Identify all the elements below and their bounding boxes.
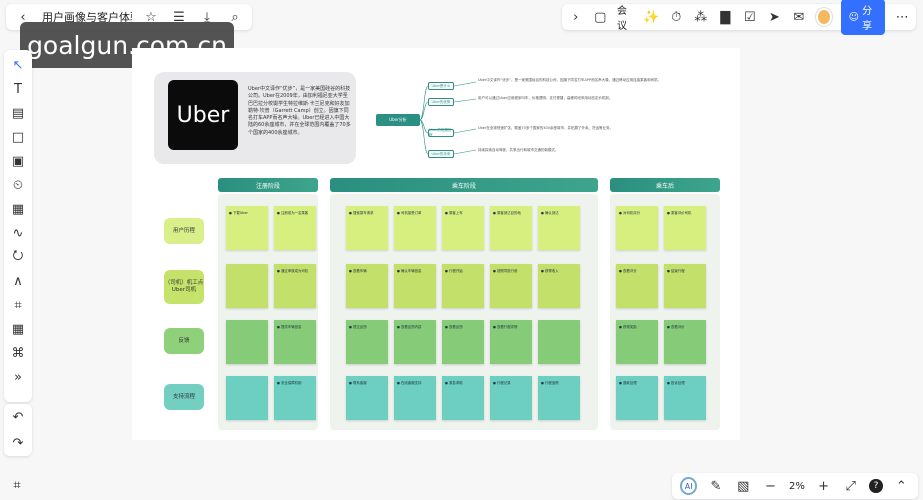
sticky-note[interactable]: ● 注册成为一名乘客 [274, 206, 316, 250]
sticky-note[interactable]: ● 搜索乘车请求 [346, 206, 388, 250]
sticky-note[interactable]: ● 提交反馈 [346, 320, 388, 364]
sticky-note[interactable]: ● 司机接受订单 [394, 206, 436, 250]
sticky-note[interactable] [226, 376, 268, 420]
sticky-note[interactable] [226, 320, 268, 364]
sticky-note[interactable]: ● 获得奖励 [616, 320, 658, 364]
sticky-note[interactable]: ● 确认车辆信息 [394, 264, 436, 308]
sticky-note[interactable]: ● 通过审核成为司机 [274, 264, 316, 308]
mindmap-text: 持续探索自动驾驶、共享出行和城市交通的新模式。 [478, 148, 559, 152]
stage-header[interactable]: 注册阶段 [218, 178, 318, 192]
mindmap-text: Uber在全球快速扩张，覆盖70多个国家的400余座城市，并拓展了外卖、货运等业… [478, 126, 614, 130]
mindmap-node[interactable]: Uber的发展历程 [428, 128, 454, 137]
sticky-note[interactable]: ● 查看评分 [616, 264, 658, 308]
row-label[interactable]: 用户历程 [164, 218, 204, 244]
sticky-note[interactable]: ● 行程记录 [490, 376, 532, 420]
sticky-note[interactable]: ● 查看反馈内容 [394, 320, 436, 364]
mindmap-node[interactable]: Uber是什么 [428, 82, 454, 90]
sticky-note[interactable]: ● 退款处理 [616, 376, 658, 420]
sticky-note[interactable]: ● 紧急求助 [442, 376, 484, 420]
row-label[interactable]: 支持流程 [164, 384, 204, 410]
sticky-note[interactable]: ● 按照导航行驶 [490, 264, 532, 308]
sticky-note[interactable]: ● 投诉处理 [664, 376, 706, 420]
sticky-note[interactable]: ● 提供车辆信息 [274, 320, 316, 364]
sticky-note[interactable]: ● 查看车辆 [346, 264, 388, 308]
row-label[interactable]: 反馈 [164, 328, 204, 354]
sticky-note[interactable]: ● 乘客到达目的地 [490, 206, 532, 250]
sticky-note[interactable]: ● 安全保障机制 [274, 376, 316, 420]
mindmap-text: Uber中文译作“优步”，是一家美国硅谷的科技公司，因旗下同名打车APP而名声大… [478, 78, 662, 82]
sticky-note[interactable]: ● 行程追踪 [538, 376, 580, 420]
sticky-note[interactable]: ● 在线客服支持 [394, 376, 436, 420]
mindmap-node[interactable]: Uber的未来 [428, 150, 454, 158]
row-label[interactable]: （司机）机工点Uber司机 [164, 270, 204, 304]
sticky-note[interactable]: ● 查看评价 [664, 320, 706, 364]
sticky-note[interactable]: ● 确认到达 [538, 206, 580, 250]
sticky-note[interactable]: ● 查看行程详情 [490, 320, 532, 364]
mindmap-text: 用户可以通过Uber应用程序叫车，价格透明、支付便捷，高峰时段采用动态定价机制。 [478, 96, 613, 100]
sticky-note[interactable]: ● 乘客上车 [442, 206, 484, 250]
mindmap-root[interactable]: Uber分析 [376, 114, 420, 126]
sticky-note[interactable]: ● 对司机评分 [616, 206, 658, 250]
sticky-note[interactable] [538, 320, 580, 364]
sticky-note[interactable]: ● 下载Uber [226, 206, 268, 250]
sticky-note[interactable]: ● 乘客评价司机 [664, 206, 706, 250]
stage-header[interactable]: 乘车阶段 [330, 178, 598, 192]
sticky-note[interactable]: ● 获得收入 [538, 264, 580, 308]
sticky-note[interactable]: ● 结束行程 [664, 264, 706, 308]
sticky-note[interactable] [226, 264, 268, 308]
sticky-note[interactable]: ● 查看反馈 [442, 320, 484, 364]
sticky-note[interactable]: ● 行程开始 [442, 264, 484, 308]
mindmap-node[interactable]: Uber的优势 [428, 98, 454, 106]
sticky-note[interactable]: ● 联系客服 [346, 376, 388, 420]
stage-header[interactable]: 乘车后 [610, 178, 720, 192]
